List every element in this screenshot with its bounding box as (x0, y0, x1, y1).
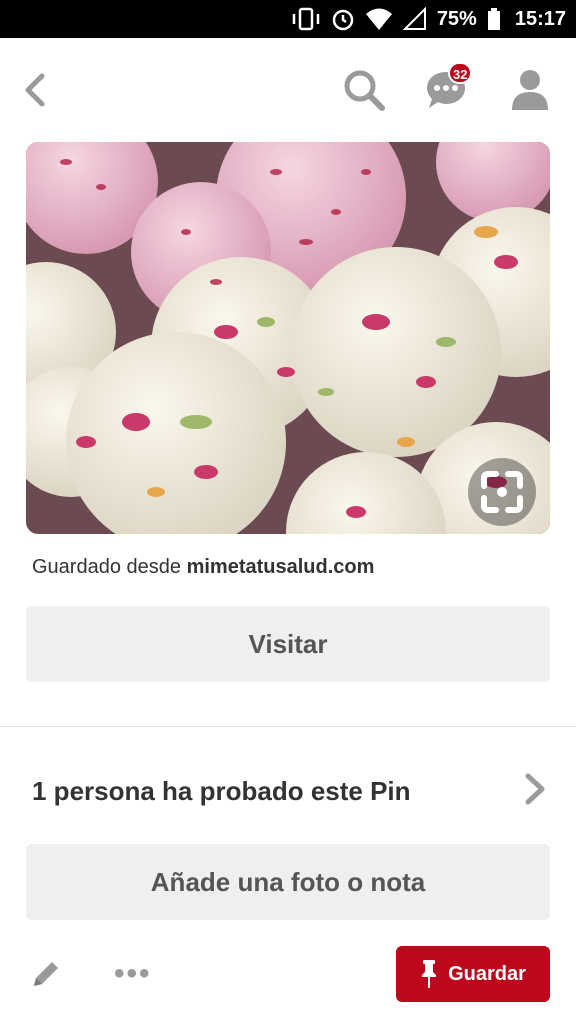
saved-from-prefix: Guardado desde (32, 556, 182, 578)
source-domain-link[interactable]: mimetatusalud.com (187, 556, 375, 578)
search-icon[interactable] (342, 68, 386, 112)
status-bar: 75% 15:17 (0, 0, 576, 38)
saved-from-text: Guardado desde mimetatusalud.com (32, 556, 374, 579)
clock: 15:17 (514, 7, 566, 30)
alarm-icon (332, 9, 354, 31)
more-options-icon[interactable]: ••• (114, 959, 152, 989)
wifi-icon (365, 8, 392, 30)
vibrate-icon (292, 7, 320, 31)
pencil-icon[interactable] (30, 956, 62, 992)
battery-icon (487, 8, 500, 30)
battery-percent: 75% (436, 7, 477, 30)
top-nav: 32 (0, 38, 576, 142)
pin-icon (422, 960, 437, 988)
back-icon[interactable] (20, 70, 52, 110)
save-button-label: Guardar (448, 962, 526, 985)
add-photo-note-button[interactable]: Añade una foto o nota (26, 844, 550, 920)
tried-pin-text[interactable]: 1 persona ha probado este Pin (32, 776, 411, 807)
notification-badge: 32 (448, 62, 473, 84)
visual-search-icon[interactable] (466, 456, 538, 528)
signal-icon (402, 7, 426, 30)
profile-icon[interactable] (510, 68, 550, 112)
save-button[interactable]: Guardar (396, 946, 550, 1002)
divider (0, 726, 576, 727)
visit-button[interactable]: Visitar (26, 606, 550, 682)
chevron-right-icon[interactable] (520, 770, 550, 808)
